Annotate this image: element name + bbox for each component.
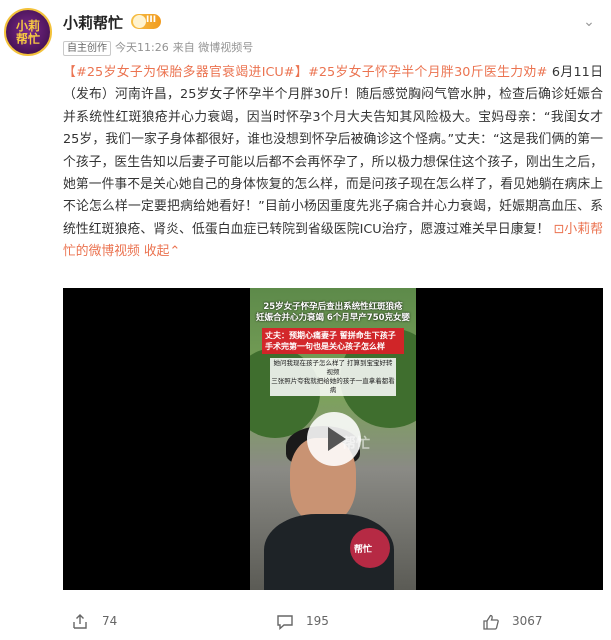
video-overlay-sub: 她问我现在孩子怎么样了 打算到宝宝好转视频 三张照片夸我就把给她的孩子一直拿着都…: [270, 358, 396, 396]
comment-icon: [277, 615, 293, 631]
microphone-icon: 帮忙: [350, 528, 390, 568]
post-time[interactable]: 今天11:26: [115, 41, 169, 54]
share-button[interactable]: 74: [72, 612, 152, 632]
avatar-text: 小莉 帮忙: [15, 19, 40, 46]
comment-count: 195: [306, 614, 329, 628]
post-meta: 自主创作 今天11:26 来自 微博视频号: [63, 39, 253, 56]
post-text: 【#25岁女子为保胎多器官衰竭进ICU#】#25岁女子怀孕半个月胖30斤医生力劝…: [63, 62, 603, 264]
crown-icon: [133, 15, 146, 28]
action-bar: 74 195 3067: [0, 602, 611, 640]
like-button[interactable]: 3067: [482, 612, 572, 632]
mic-label: 帮忙: [354, 545, 373, 555]
collapse-link[interactable]: 收起: [144, 244, 170, 259]
post-header: 小莉 帮忙 小莉帮忙 III ⌄ 自主创作 今天11:26 来自 微博视频号: [0, 0, 611, 62]
share-count: 74: [102, 614, 118, 628]
vip-level: III: [146, 15, 157, 25]
chevron-up-icon[interactable]: ⌃: [169, 244, 180, 259]
video-overlay-title: 25岁女子怀孕后查出系统性红斑狼疮 妊娠合并心力衰竭 6个月早产750克女婴: [255, 302, 411, 323]
post-body: 6月11日（发布）河南许昌，25岁女子怀孕半个月胖30斤！随后感觉胸闷气管水肿，…: [63, 65, 604, 237]
hashtag-link[interactable]: #25岁女子怀孕半个月胖30斤医生力劝#: [308, 65, 547, 80]
vip-badge[interactable]: III: [131, 14, 161, 29]
video-link-icon: ⊡: [553, 221, 565, 237]
thumbs-up-icon: [483, 614, 499, 630]
post-source[interactable]: 来自 微博视频号: [173, 41, 254, 54]
video-overlay-quote: 丈夫：预期心痛妻子 誓拼命生下孩子 手术完第一句也是关心孩子怎么样: [262, 328, 404, 354]
user-name[interactable]: 小莉帮忙: [63, 12, 123, 33]
avatar[interactable]: 小莉 帮忙: [4, 8, 52, 56]
share-icon: [73, 614, 87, 629]
chevron-down-icon[interactable]: ⌄: [579, 12, 599, 32]
source-tag: 自主创作: [63, 41, 111, 56]
comment-button[interactable]: 195: [276, 612, 356, 632]
like-count: 3067: [512, 614, 543, 628]
video-player[interactable]: 帮忙 25岁女子怀孕后查出系统性红斑狼疮 妊娠合并心力衰竭 6个月早产750克女…: [63, 288, 603, 590]
play-icon: [328, 427, 346, 451]
hashtag-link[interactable]: 【#25岁女子为保胎多器官衰竭进ICU#】: [63, 65, 308, 80]
play-button[interactable]: [307, 412, 361, 466]
